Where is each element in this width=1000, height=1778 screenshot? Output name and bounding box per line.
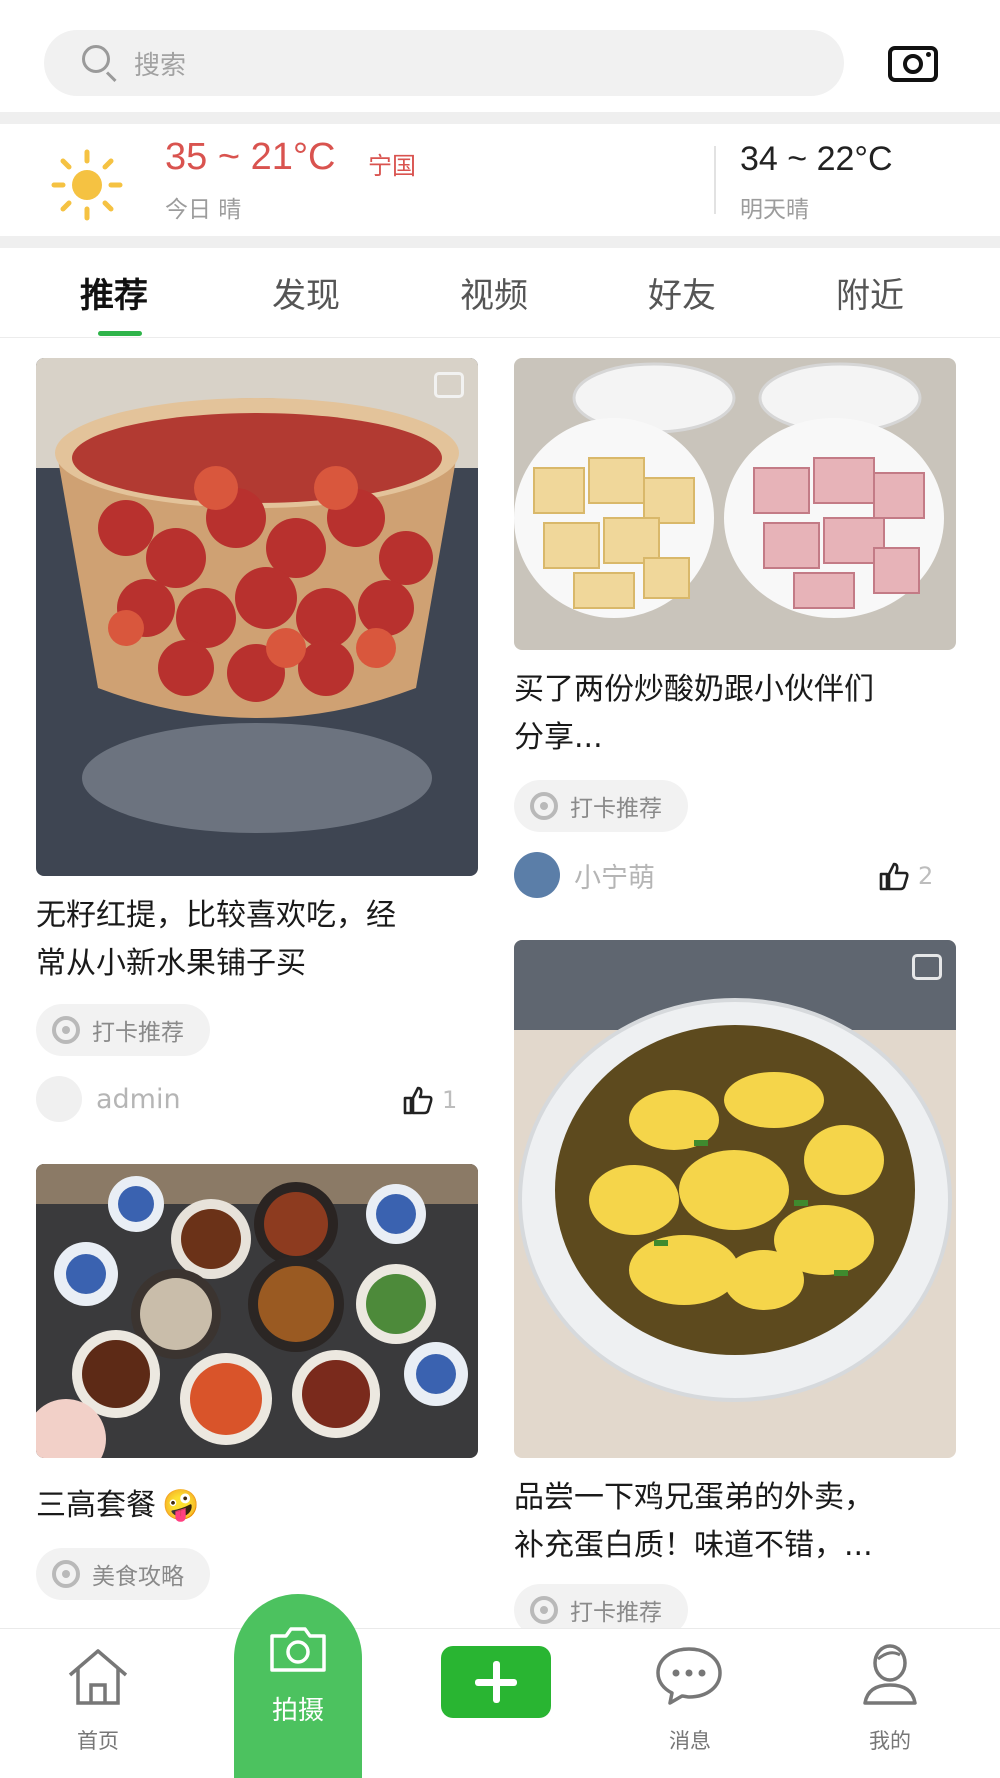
post-tag[interactable]: 打卡推荐 bbox=[36, 1004, 210, 1056]
like-button[interactable]: 1 bbox=[402, 1080, 457, 1120]
like-button[interactable]: 2 bbox=[878, 856, 933, 896]
author-name: 小宁萌 bbox=[574, 862, 655, 894]
post-title-grapes[interactable]: 无籽红提，比较喜欢吃，经 常从小新水果铺子买 bbox=[36, 892, 486, 988]
like-count: 2 bbox=[918, 862, 934, 890]
post-title-line: 常从小新水果铺子买 bbox=[36, 946, 306, 981]
post-image-yogurt[interactable] bbox=[514, 358, 956, 650]
divider bbox=[0, 112, 1000, 124]
city-name: 宁国 bbox=[368, 152, 416, 180]
yogurt-photo bbox=[514, 358, 956, 650]
search-icon bbox=[80, 43, 120, 83]
plus-icon bbox=[493, 1661, 500, 1703]
tag-label: 美食攻略 bbox=[92, 1564, 184, 1590]
tab-friends[interactable]: 好友 bbox=[648, 268, 716, 317]
post-title-egg-soup[interactable]: 品尝一下鸡兄蛋弟的外卖， 补充蛋白质！味道不错，... bbox=[514, 1474, 974, 1570]
author-name: admin bbox=[96, 1083, 181, 1115]
egg-soup-photo bbox=[514, 940, 956, 1458]
multi-image-icon bbox=[912, 954, 942, 980]
post-title-line: 分享... bbox=[514, 720, 603, 755]
feast-photo bbox=[36, 1164, 478, 1458]
active-tab-indicator bbox=[98, 331, 142, 336]
post-image-egg-soup[interactable] bbox=[514, 940, 956, 1458]
home-icon bbox=[68, 1649, 128, 1705]
thumbs-up-icon bbox=[879, 862, 909, 891]
tab-nearby[interactable]: 附近 bbox=[836, 268, 904, 317]
tag-label: 打卡推荐 bbox=[92, 1020, 184, 1046]
tomorrow-temperature: 34 ~ 22°C bbox=[740, 140, 893, 178]
post-title-yogurt[interactable]: 买了两份炒酸奶跟小伙伴们 分享... bbox=[514, 666, 964, 762]
nav-mine[interactable]: 我的 bbox=[830, 1629, 950, 1778]
tomorrow-weather-label: 明天晴 bbox=[740, 197, 809, 223]
post-image-grapes[interactable] bbox=[36, 358, 478, 876]
search-placeholder: 搜索 bbox=[134, 50, 187, 81]
nav-messages[interactable]: 消息 bbox=[630, 1629, 750, 1778]
category-tabs: 推荐 发现 视频 好友 附近 bbox=[0, 248, 1000, 338]
post-title-line: 品尝一下鸡兄蛋弟的外卖， bbox=[514, 1480, 874, 1515]
shoot-button[interactable]: 拍摄 bbox=[234, 1594, 362, 1778]
tag-label: 打卡推荐 bbox=[570, 796, 662, 822]
tab-discover[interactable]: 发现 bbox=[272, 268, 340, 317]
post-title-text: 三高套餐 bbox=[36, 1488, 156, 1523]
sun-icon bbox=[51, 149, 123, 221]
post-title-feast[interactable]: 三高套餐 🤪 bbox=[36, 1482, 486, 1530]
tab-video[interactable]: 视频 bbox=[460, 268, 528, 317]
emoji: 🤪 bbox=[162, 1488, 200, 1523]
search-input[interactable]: 搜索 bbox=[44, 30, 844, 96]
add-post-button[interactable] bbox=[441, 1646, 551, 1718]
avatar bbox=[514, 852, 560, 898]
weather-divider bbox=[714, 146, 716, 214]
grapes-photo bbox=[36, 358, 478, 876]
multi-image-icon bbox=[434, 372, 464, 398]
divider bbox=[0, 236, 1000, 248]
thumbs-up-icon bbox=[403, 1086, 433, 1115]
nav-label: 我的 bbox=[869, 1729, 911, 1753]
nav-label: 拍摄 bbox=[271, 1696, 324, 1726]
tag-icon bbox=[530, 1596, 558, 1624]
scan-camera-icon[interactable] bbox=[888, 42, 938, 84]
tag-icon bbox=[52, 1560, 80, 1588]
today-temperature: 35 ~ 21°C bbox=[165, 136, 336, 178]
tag-icon bbox=[530, 792, 558, 820]
post-title-line: 无籽红提，比较喜欢吃，经 bbox=[36, 898, 396, 933]
nav-home[interactable]: 首页 bbox=[38, 1629, 158, 1778]
user-profile-icon bbox=[863, 1644, 917, 1705]
post-title-line: 补充蛋白质！味道不错，... bbox=[514, 1528, 873, 1563]
post-author[interactable]: admin bbox=[36, 1076, 181, 1122]
avatar bbox=[36, 1076, 82, 1122]
tab-recommend[interactable]: 推荐 bbox=[80, 268, 148, 317]
camera-icon bbox=[270, 1627, 326, 1672]
post-author[interactable]: 小宁萌 bbox=[514, 852, 655, 898]
top-bar: 搜索 bbox=[0, 0, 1000, 112]
nav-label: 消息 bbox=[669, 1729, 711, 1753]
post-title-line: 买了两份炒酸奶跟小伙伴们 bbox=[514, 672, 874, 707]
today-weather-label: 今日 晴 bbox=[165, 197, 242, 223]
post-tag[interactable]: 美食攻略 bbox=[36, 1548, 210, 1600]
weather-panel[interactable]: 35 ~ 21°C 宁国 今日 晴 34 ~ 22°C 明天晴 bbox=[0, 124, 1000, 236]
nav-label: 首页 bbox=[77, 1729, 119, 1753]
like-count: 1 bbox=[442, 1086, 458, 1114]
post-tag[interactable]: 打卡推荐 bbox=[514, 780, 688, 832]
chat-bubble-icon bbox=[656, 1647, 722, 1705]
post-image-feast[interactable] bbox=[36, 1164, 478, 1458]
tag-label: 打卡推荐 bbox=[570, 1600, 662, 1626]
tag-icon bbox=[52, 1016, 80, 1044]
